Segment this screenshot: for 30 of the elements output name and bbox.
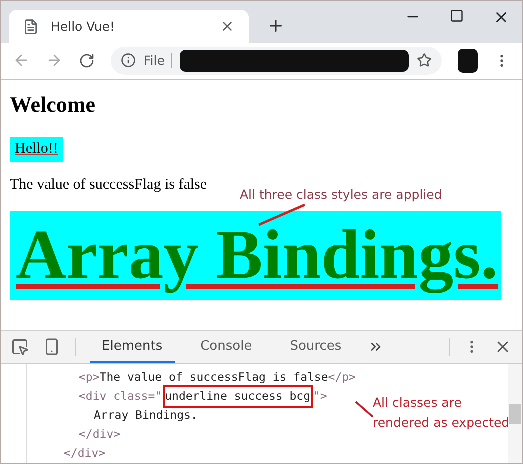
device-icon[interactable] (43, 338, 61, 356)
leader-line (257, 202, 307, 227)
document-icon (23, 18, 39, 35)
address-bar[interactable]: File (111, 46, 442, 75)
info-icon[interactable] (121, 53, 136, 68)
code-text: </div> (64, 445, 106, 462)
scrollbar[interactable] (508, 364, 522, 463)
leader-line (355, 401, 375, 420)
devtools-tab[interactable]: Console (188, 331, 264, 364)
annotation: All three class styles are applied (240, 186, 442, 202)
tab-title: Hello Vue! (51, 19, 116, 34)
page-heading: Welcome (10, 92, 97, 118)
devtools-tab[interactable]: Elements (90, 331, 175, 364)
devtools-tab[interactable]: Sources (278, 331, 354, 364)
annotation: All classes are rendered as expected (373, 394, 510, 432)
browser-tab[interactable]: Hello Vue! (9, 10, 249, 44)
code-text: </div> (79, 426, 121, 444)
highlighted-class-value: underline success bcg (165, 387, 310, 406)
code-text: "> (314, 388, 328, 406)
address-scheme: File (144, 53, 172, 68)
code-text: Array Bindings. (94, 407, 198, 424)
inspect-icon[interactable] (11, 338, 29, 356)
paragraph: The value of successFlag is false (10, 176, 208, 194)
reload-icon[interactable] (79, 52, 95, 69)
array-bindings-banner: Array Bindings. (10, 210, 501, 300)
code-text: <p>The value of successFlag is false</p> (79, 369, 356, 386)
redaction-mark (458, 48, 478, 73)
hello-text: Hello!! (10, 136, 64, 162)
code-text: <div class=" (79, 388, 162, 406)
star-icon[interactable] (417, 53, 432, 68)
